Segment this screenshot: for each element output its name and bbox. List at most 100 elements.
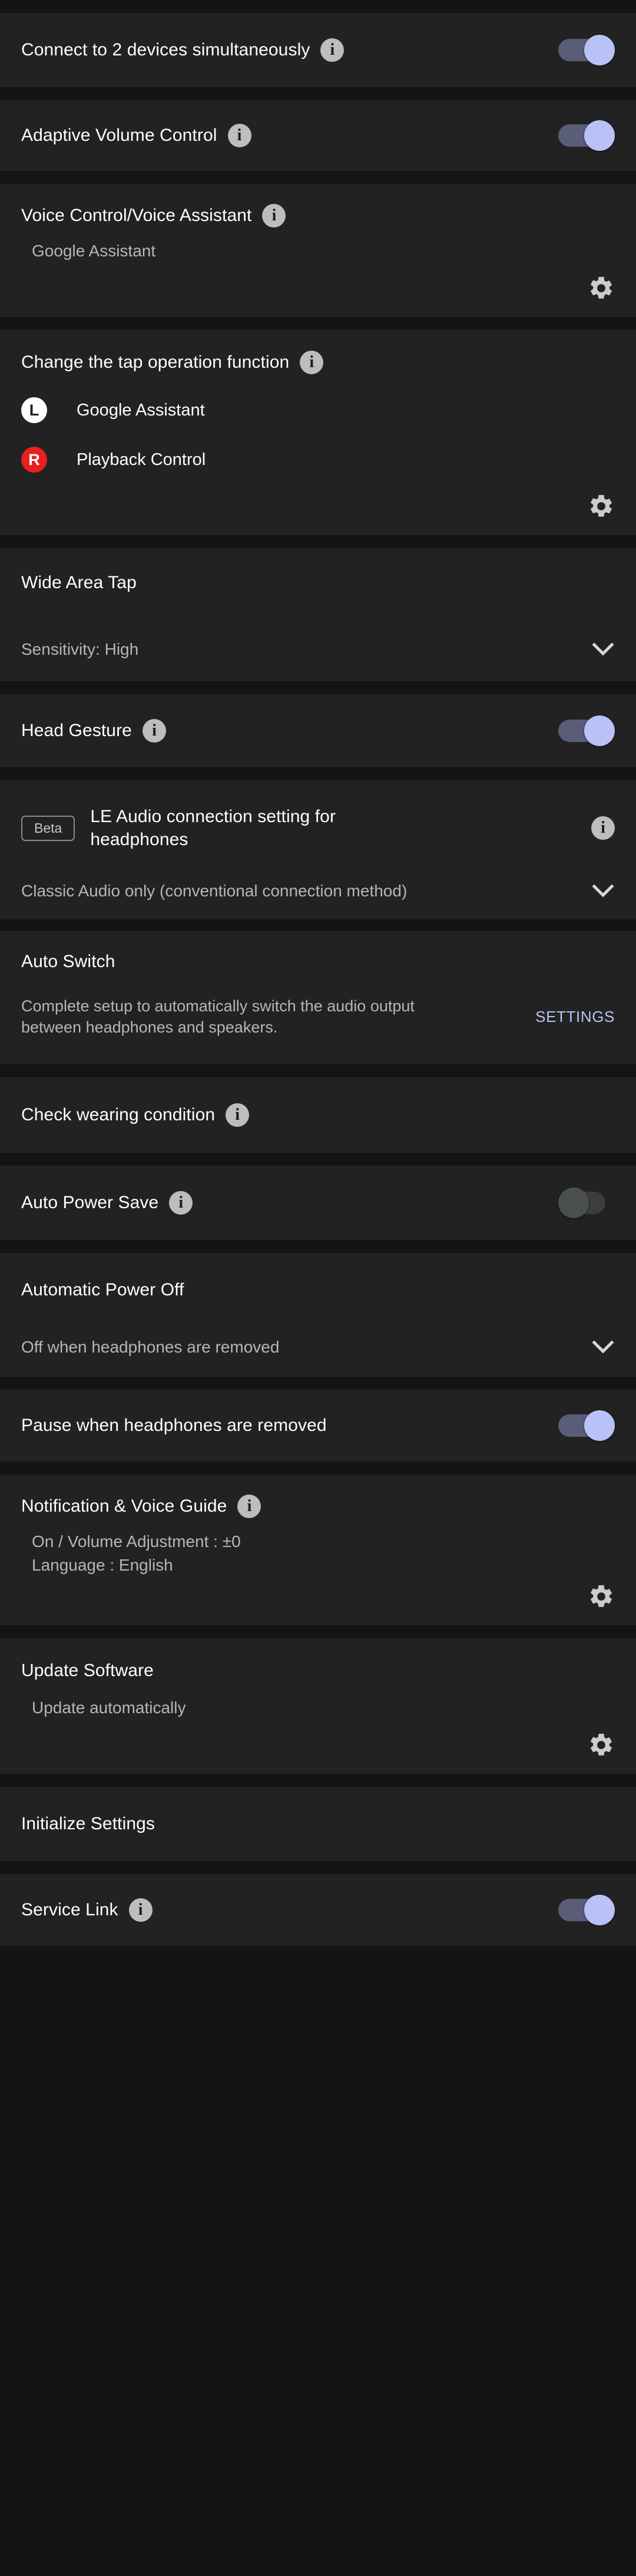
le-audio-value: Classic Audio only (conventional connect… (21, 882, 408, 900)
multipoint-label-wrap: Connect to 2 devices simultaneously i (21, 38, 544, 62)
info-glyph: i (138, 1901, 143, 1919)
info-icon[interactable]: i (169, 1191, 193, 1215)
info-icon[interactable]: i (128, 1898, 153, 1922)
card-voice-assistant: Voice Control/Voice Assistant i Google A… (0, 184, 636, 317)
auto-switch-title: Auto Switch (21, 952, 115, 971)
wide-area-tap-value: Sensitivity: High (21, 640, 139, 658)
row-notification-header[interactable]: Notification & Voice Guide i (0, 1475, 636, 1525)
info-icon[interactable]: i (227, 124, 251, 147)
row-pause-when-removed[interactable]: Pause when headphones are removed (0, 1390, 636, 1462)
card-initialize-settings: Initialize Settings (0, 1787, 636, 1861)
info-icon[interactable]: i (300, 351, 324, 374)
pause-when-removed-toggle[interactable] (558, 1410, 615, 1441)
row-initialize-settings[interactable]: Initialize Settings (0, 1787, 636, 1861)
row-adaptive-volume[interactable]: Adaptive Volume Control i (0, 100, 636, 171)
notification-label-wrap: Notification & Voice Guide i (21, 1495, 615, 1518)
card-wide-area-tap: Wide Area Tap Sensitivity: High (0, 548, 636, 681)
info-icon[interactable]: i (237, 1495, 261, 1518)
divider (0, 767, 636, 780)
row-update-software-header: Update Software (0, 1638, 636, 1691)
info-icon[interactable]: i (320, 38, 344, 62)
gear-icon[interactable] (588, 493, 615, 520)
left-earbud-badge: L (21, 397, 47, 423)
divider (0, 87, 636, 100)
toggle-thumb (584, 35, 615, 65)
info-glyph: i (247, 1497, 252, 1515)
info-glyph: i (152, 721, 157, 740)
row-tap-operation-header[interactable]: Change the tap operation function i (0, 330, 636, 381)
top-spacer (0, 0, 636, 13)
gear-icon[interactable] (588, 1731, 615, 1759)
card-notification-voice-guide: Notification & Voice Guide i On / Volume… (0, 1475, 636, 1625)
voice-assistant-title: Voice Control/Voice Assistant (21, 206, 252, 225)
notification-value-volume: On / Volume Adjustment : ±0 (32, 1532, 241, 1551)
row-voice-assistant-header[interactable]: Voice Control/Voice Assistant i (0, 184, 636, 235)
automatic-power-off-value: Off when headphones are removed (21, 1338, 280, 1356)
divider (0, 1861, 636, 1874)
info-glyph: i (235, 1106, 240, 1124)
row-service-link[interactable]: Service Link i (0, 1874, 636, 1946)
row-auto-switch-header: Auto Switch (0, 931, 636, 982)
toggle-thumb (584, 1410, 615, 1441)
tap-operation-label-wrap: Change the tap operation function i (21, 351, 615, 374)
divider (0, 1153, 636, 1166)
update-software-title: Update Software (21, 1661, 154, 1680)
bottom-spacer (0, 1946, 636, 1959)
info-icon[interactable]: i (226, 1103, 250, 1127)
row-auto-power-save[interactable]: Auto Power Save i (0, 1166, 636, 1240)
chevron-down-icon[interactable] (591, 883, 615, 899)
automatic-power-off-value-wrap: Off when headphones are removed (21, 1335, 579, 1359)
row-check-wearing[interactable]: Check wearing condition i (0, 1077, 636, 1153)
card-update-software: Update Software Update automatically (0, 1638, 636, 1774)
divider (0, 317, 636, 330)
voice-assistant-label-wrap: Voice Control/Voice Assistant i (21, 204, 615, 227)
row-wide-area-tap-header: Wide Area Tap (0, 548, 636, 618)
info-glyph: i (237, 126, 242, 144)
check-wearing-label-wrap: Check wearing condition i (21, 1103, 615, 1127)
auto-switch-settings-button[interactable]: SETTINGS (535, 1008, 615, 1026)
info-icon[interactable]: i (262, 204, 286, 227)
wide-area-tap-title: Wide Area Tap (21, 573, 137, 592)
row-automatic-power-off-value[interactable]: Off when headphones are removed (0, 1318, 636, 1377)
adaptive-volume-toggle[interactable] (558, 120, 615, 151)
initialize-settings-title: Initialize Settings (21, 1814, 155, 1833)
row-head-gesture[interactable]: Head Gesture i (0, 694, 636, 767)
divider (0, 1774, 636, 1787)
auto-power-save-label-wrap: Auto Power Save i (21, 1191, 544, 1215)
automatic-power-off-title: Automatic Power Off (21, 1280, 184, 1299)
info-icon[interactable]: i (591, 816, 615, 840)
chevron-down-icon[interactable] (591, 642, 615, 657)
row-le-audio-header[interactable]: Beta LE Audio connection setting for hea… (0, 780, 636, 863)
card-service-link: Service Link i (0, 1874, 636, 1946)
left-earbud-function: Google Assistant (77, 400, 205, 420)
multipoint-toggle[interactable] (558, 35, 615, 65)
card-pause-when-removed: Pause when headphones are removed (0, 1390, 636, 1462)
adaptive-volume-title: Adaptive Volume Control (21, 126, 217, 145)
right-earbud-function: Playback Control (77, 450, 206, 469)
row-le-audio-value[interactable]: Classic Audio only (conventional connect… (0, 863, 636, 919)
gear-icon[interactable] (588, 275, 615, 302)
voice-assistant-value: Google Assistant (32, 242, 156, 260)
card-auto-power-save: Auto Power Save i (0, 1166, 636, 1240)
card-tap-operation: Change the tap operation function i L Go… (0, 330, 636, 535)
head-gesture-label-wrap: Head Gesture i (21, 719, 544, 743)
notification-gear-row (0, 1577, 636, 1625)
notification-title: Notification & Voice Guide (21, 1496, 227, 1516)
chevron-down-icon[interactable] (591, 1340, 615, 1355)
auto-power-save-toggle[interactable] (558, 1188, 615, 1218)
row-multipoint[interactable]: Connect to 2 devices simultaneously i (0, 13, 636, 87)
card-adaptive-volume: Adaptive Volume Control i (0, 100, 636, 171)
row-wide-area-tap-value[interactable]: Sensitivity: High (0, 618, 636, 681)
update-software-gear-row (0, 1724, 636, 1774)
tap-assignment-right[interactable]: R Playback Control (0, 435, 636, 484)
gear-icon[interactable] (588, 1583, 615, 1610)
row-auto-switch-body: Complete setup to automatically switch t… (0, 982, 636, 1064)
info-icon[interactable]: i (142, 719, 166, 743)
tap-assignment-left[interactable]: L Google Assistant (0, 385, 636, 435)
head-gesture-toggle[interactable] (558, 715, 615, 746)
wide-area-tap-value-wrap: Sensitivity: High (21, 638, 579, 661)
tap-operation-title: Change the tap operation function (21, 352, 290, 372)
row-notification-values: On / Volume Adjustment : ±0 Language : E… (0, 1525, 636, 1577)
service-link-toggle[interactable] (558, 1895, 615, 1925)
divider (0, 919, 636, 931)
